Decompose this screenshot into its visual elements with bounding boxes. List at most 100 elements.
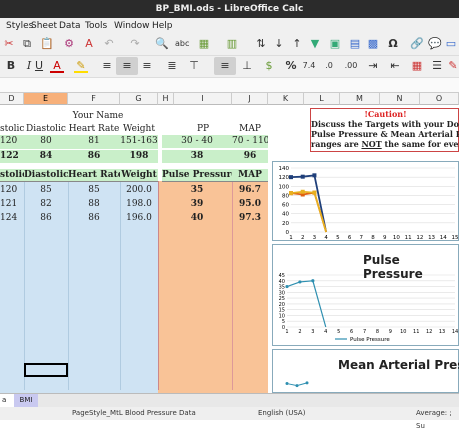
clear-format-icon[interactable]: A [82,37,96,51]
menu-styles[interactable]: Styles [6,18,33,34]
col-header-d[interactable]: D [0,93,24,105]
table-cell[interactable]: 196.0 [120,212,158,225]
sort-icon[interactable]: ⇅ [254,37,268,51]
table-cell[interactable]: 86 [24,212,68,225]
table-cell[interactable]: 88 [68,198,120,211]
table-cell[interactable]: 121 [0,198,24,211]
sheet-tab-bmi[interactable]: BMI [14,394,38,407]
target-diastolic[interactable]: 80 [24,135,68,148]
add-decimal-icon[interactable]: .0 [322,59,336,73]
menu-window[interactable]: Window [114,18,150,34]
selected-cell[interactable] [24,363,68,377]
avg-weight[interactable]: 198 [120,150,158,163]
autofilter-icon[interactable]: ▼ [308,37,322,51]
table-cell[interactable]: 120 [0,184,24,197]
target-weight[interactable]: 151-163 [120,135,158,148]
del-decimal-icon[interactable]: .00 [344,59,358,73]
find-icon[interactable]: 🔍 [155,37,169,51]
col-header-n[interactable]: N [380,93,420,105]
table-cell[interactable]: 124 [0,212,24,225]
formula-bar[interactable] [0,78,459,93]
sort-asc-icon[interactable]: ↓ [272,37,286,51]
row-icon[interactable]: ▦ [197,37,211,51]
underline-icon[interactable]: U [32,59,46,73]
align-top-icon[interactable]: ⊤ [187,59,201,73]
number-format-icon[interactable]: 7.4 [302,59,316,73]
target-heart-rate[interactable]: 81 [68,135,120,148]
avg-heart-rate[interactable]: 86 [68,150,120,163]
col-header-m[interactable]: M [340,93,380,105]
hyperlink-icon[interactable]: 🔗 [410,37,424,51]
target-pp[interactable]: 30 - 40 [162,135,232,148]
spelling-icon[interactable]: abc [175,37,189,51]
pulse-pressure-chart[interactable]: Pulse Pressure 0 5 10 15 20 25 30 35 40 45 1 2 3 4 5 6 7… [272,244,459,346]
align-left-icon[interactable]: ≡ [100,59,114,73]
undo-icon[interactable]: ↶ [102,37,116,51]
menu-tools[interactable]: Tools [85,18,107,34]
col-header-j[interactable]: J [232,93,268,105]
chart-icon[interactable]: ▤ [348,37,362,51]
clone-format-icon[interactable]: ⚙ [62,37,76,51]
table-cell[interactable]: 82 [24,198,68,211]
table-cell[interactable]: 40 [162,212,232,225]
header-footer-icon[interactable]: ▭ [444,37,458,51]
sort-desc-icon[interactable]: ↑ [290,37,304,51]
col-header-l[interactable]: L [304,93,340,105]
borders-icon[interactable]: ▦ [410,59,424,73]
avg-diastolic[interactable]: 84 [24,150,68,163]
sheet-tab-bp[interactable]: a [0,394,14,407]
bold-icon[interactable]: B [4,59,18,73]
col-header-i[interactable]: I [174,93,232,105]
avg-map[interactable]: 96 [232,150,268,163]
column-icon[interactable]: ▥ [225,37,239,51]
table-cell[interactable]: 85 [68,184,120,197]
currency-icon[interactable]: $ [262,59,276,73]
table-cell[interactable]: 96.7 [232,184,268,197]
table-cell[interactable]: 198.0 [120,198,158,211]
align-bottom-icon[interactable]: ⊥ [240,59,254,73]
paste-icon[interactable]: 📋 [40,37,54,51]
menu-sheet[interactable]: Sheet [31,18,57,34]
cut-icon[interactable]: ✂ [2,37,16,51]
status-language[interactable]: English (USA) [258,407,305,420]
table-cell[interactable]: 85 [24,184,68,197]
indent-icon[interactable]: ⇥ [366,59,380,73]
highlight-icon[interactable]: ✎ [74,59,88,73]
table-cell[interactable]: 95.0 [232,198,268,211]
table-cell[interactable]: 97.3 [232,212,268,225]
table-cell[interactable]: 86 [68,212,120,225]
align-right-icon[interactable]: ≡ [140,59,154,73]
col-header-k[interactable]: K [268,93,304,105]
col-header-g[interactable]: G [120,93,158,105]
special-char-icon[interactable]: Ω [386,37,400,51]
table-cell[interactable]: 39 [162,198,232,211]
font-color-icon[interactable]: A [50,59,64,73]
bp-chart[interactable]: 0 20 40 60 80 100 120 140 1 2 3 4 5 6 7 8 9 10 11 12 13 14 15 [272,161,459,241]
target-map[interactable]: 70 - 110 [232,135,268,148]
menu-data[interactable]: Data [59,18,81,34]
redo-icon[interactable]: ↷ [128,37,142,51]
col-header-h[interactable]: H [158,93,174,105]
col-header-o[interactable]: O [420,93,459,105]
col-header-e[interactable]: E [24,93,68,105]
avg-systolic[interactable]: 122 [0,150,24,163]
copy-icon[interactable]: ⧉ [20,37,34,51]
border-style-icon[interactable]: ☰ [430,59,444,73]
image-icon[interactable]: ▣ [328,37,342,51]
table-cell[interactable]: 200.0 [120,184,158,197]
menu-help[interactable]: Help [152,18,173,34]
comment-icon[interactable]: 💬 [428,37,442,51]
target-systolic[interactable]: 120 [0,135,24,148]
status-sum: Average: ; Su [416,409,452,430]
align-center-icon[interactable]: ≡ [120,59,134,73]
align-middle-icon[interactable]: ≡ [218,59,232,73]
col-header-f[interactable]: F [68,93,120,105]
map-chart[interactable]: Mean Arterial Press [272,349,459,393]
outdent-icon[interactable]: ⇤ [388,59,402,73]
table-cell[interactable]: 35 [162,184,232,197]
justify-icon[interactable]: ≣ [165,59,179,73]
border-color-icon[interactable]: ✎ [446,59,459,73]
percent-icon[interactable]: % [284,59,298,73]
avg-pp[interactable]: 38 [162,150,232,163]
pivot-icon[interactable]: ▩ [366,37,380,51]
